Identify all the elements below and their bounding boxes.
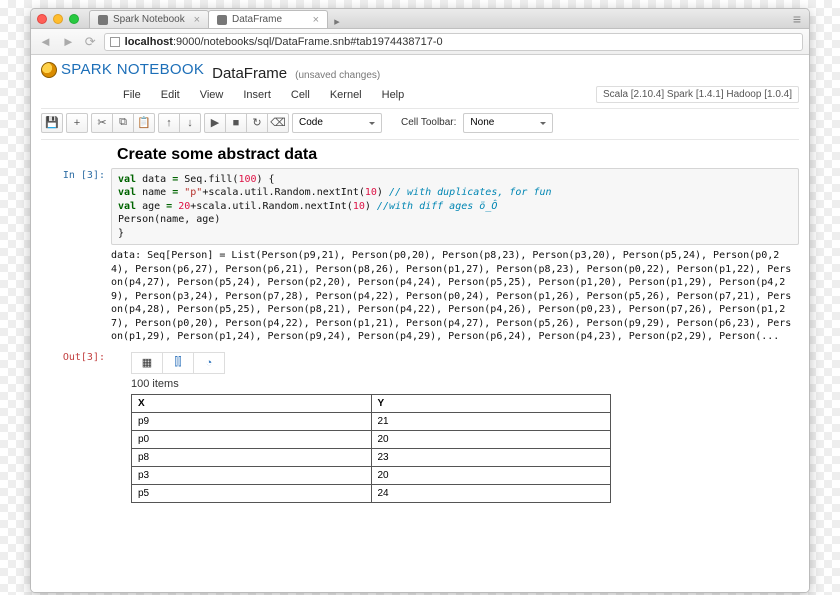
stdout-text: data: Seq[Person] = List(Person(p9,21), … (111, 245, 799, 348)
run-button[interactable]: ▶ (204, 113, 226, 133)
browser-tab[interactable]: Spark Notebook × (89, 10, 209, 28)
close-window-button[interactable] (37, 14, 47, 24)
brand-text: Spark Notebook (61, 61, 204, 78)
save-status: (unsaved changes) (295, 70, 380, 81)
output-prompt: Out[3]: (41, 350, 111, 503)
tab-close-icon[interactable]: × (194, 14, 200, 26)
cell-toolbar-label: Cell Toolbar: (401, 117, 456, 128)
arrow-down-icon: ↓ (187, 117, 193, 129)
move-down-button[interactable]: ↓ (179, 113, 201, 133)
tab-label: DataFrame (232, 14, 282, 25)
save-button[interactable]: 💾 (41, 113, 63, 133)
table-row: p020 (132, 430, 611, 448)
col-header-x[interactable]: X (132, 394, 372, 412)
cut-button[interactable]: ✂ (91, 113, 113, 133)
favicon-icon (98, 15, 108, 25)
output-cell: Out[3]: ▦ ⫿⫿ ◔ 100 items X Y p921 (41, 350, 799, 503)
save-icon: 💾 (45, 116, 59, 129)
back-button[interactable]: ◄ (37, 34, 54, 49)
menu-view[interactable]: View (190, 86, 234, 104)
menu-edit[interactable]: Edit (151, 86, 190, 104)
favicon-icon (217, 15, 227, 25)
eraser-icon: ⌫ (270, 116, 286, 129)
tab-close-icon[interactable]: × (313, 14, 319, 26)
table-view-button[interactable]: ▦ (131, 352, 163, 374)
notebook-title[interactable]: DataFrame (212, 65, 287, 82)
refresh-icon: ↻ (252, 116, 261, 129)
output-view-tabs: ▦ ⫿⫿ ◔ (111, 352, 799, 374)
pie-chart-icon: ◔ (206, 357, 213, 369)
browser-tab-active[interactable]: DataFrame × (208, 10, 328, 28)
notebook-header: Spark Notebook DataFrame (unsaved change… (31, 55, 809, 86)
toolbar: 💾 + ✂ ⧉ 📋 ↑ ↓ ▶ ■ ↻ ⌫ Code Cell Toolbar:… (41, 108, 799, 140)
markdown-heading[interactable]: Create some abstract data (117, 146, 799, 164)
paste-button[interactable]: 📋 (133, 113, 155, 133)
menu-bar: File Edit View Insert Cell Kernel Help S… (31, 86, 809, 106)
menu-kernel[interactable]: Kernel (320, 86, 372, 104)
env-indicator[interactable]: Scala [2.10.4] Spark [1.4.1] Hadoop [1.0… (596, 86, 799, 103)
tab-label: Spark Notebook (113, 14, 185, 25)
cut-icon: ✂ (97, 116, 106, 129)
restart-button[interactable]: ↻ (246, 113, 268, 133)
code-cell: In [3]: val data = Seq.fill(100) { val n… (41, 168, 799, 348)
add-cell-button[interactable]: + (66, 113, 88, 133)
table-header-row: X Y (132, 394, 611, 412)
menu-insert[interactable]: Insert (233, 86, 281, 104)
arrow-up-icon: ↑ (166, 117, 172, 129)
spark-logo-icon (41, 62, 57, 78)
copy-icon: ⧉ (119, 116, 127, 129)
code-editor[interactable]: val data = Seq.fill(100) { val name = "p… (111, 168, 799, 246)
cell-toolbar-select[interactable]: None (463, 113, 553, 133)
window-controls (37, 14, 79, 24)
table-row: p921 (132, 412, 611, 430)
menu-file[interactable]: File (113, 86, 151, 104)
browser-menu-icon[interactable]: ≡ (793, 11, 803, 27)
forward-button[interactable]: ► (60, 34, 77, 49)
page-icon (110, 37, 120, 47)
brand[interactable]: Spark Notebook (41, 61, 204, 78)
zoom-window-button[interactable] (69, 14, 79, 24)
copy-button[interactable]: ⧉ (112, 113, 134, 133)
url-host: localhost (125, 36, 173, 48)
table-row: p524 (132, 484, 611, 502)
table-row: p823 (132, 448, 611, 466)
url-input[interactable]: localhost:9000/notebooks/sql/DataFrame.s… (104, 33, 803, 51)
table-icon: ▦ (142, 356, 152, 369)
play-icon: ▶ (211, 116, 219, 129)
items-count: 100 items (131, 378, 799, 390)
reload-button[interactable]: ⟳ (83, 34, 98, 50)
notebook-body: Create some abstract data In [3]: val da… (31, 140, 809, 503)
minimize-window-button[interactable] (53, 14, 63, 24)
output-table: X Y p921 p020 p823 p320 p524 (131, 394, 611, 503)
page-content: Spark Notebook DataFrame (unsaved change… (31, 55, 809, 592)
tab-strip: Spark Notebook × DataFrame × ▸ (89, 9, 793, 28)
move-up-button[interactable]: ↑ (158, 113, 180, 133)
browser-window: Spark Notebook × DataFrame × ▸ ≡ ◄ ► ⟳ l… (30, 8, 810, 593)
menu-help[interactable]: Help (372, 86, 415, 104)
address-bar: ◄ ► ⟳ localhost:9000/notebooks/sql/DataF… (31, 29, 809, 55)
paste-icon: 📋 (137, 116, 151, 129)
bar-chart-button[interactable]: ⫿⫿ (162, 352, 194, 374)
url-path: :9000/notebooks/sql/DataFrame.snb#tab197… (173, 36, 443, 48)
pie-chart-button[interactable]: ◔ (193, 352, 225, 374)
menu-cell[interactable]: Cell (281, 86, 320, 104)
input-prompt: In [3]: (41, 168, 111, 348)
clear-output-button[interactable]: ⌫ (267, 113, 289, 133)
bar-chart-icon: ⫿⫿ (174, 356, 181, 369)
titlebar: Spark Notebook × DataFrame × ▸ ≡ (31, 9, 809, 29)
plus-icon: + (74, 117, 80, 129)
cell-type-select[interactable]: Code (292, 113, 382, 133)
stop-button[interactable]: ■ (225, 113, 247, 133)
table-row: p320 (132, 466, 611, 484)
new-tab-button[interactable]: ▸ (327, 15, 347, 28)
col-header-y[interactable]: Y (371, 394, 611, 412)
stop-icon: ■ (233, 117, 240, 129)
